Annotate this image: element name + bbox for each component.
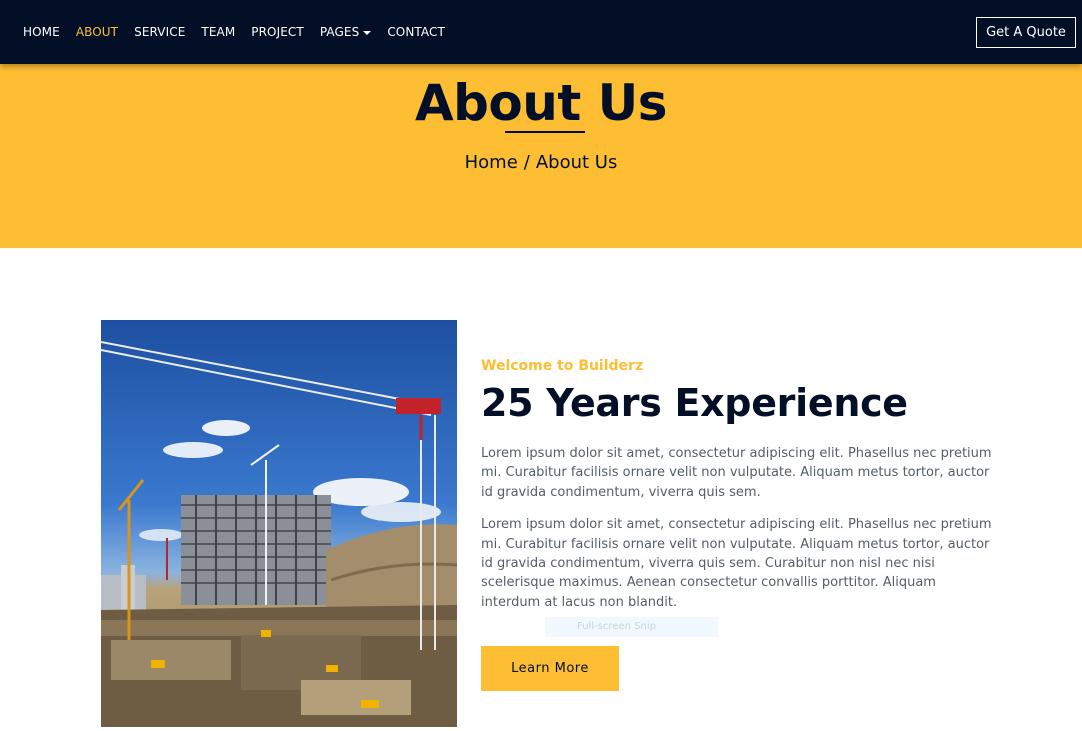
snip-overlay-label: Full-screen Snip	[545, 617, 718, 637]
nav-contact[interactable]: CONTACT	[387, 25, 445, 39]
construction-illustration	[101, 341, 457, 727]
nav-about[interactable]: ABOUT	[76, 25, 118, 39]
nav-project[interactable]: PROJECT	[251, 25, 304, 39]
construction-site-image	[101, 320, 457, 727]
nav-home[interactable]: HOME	[23, 25, 60, 39]
nav-pages-dropdown[interactable]: PAGES	[319, 25, 372, 39]
top-navbar: HOME ABOUT SERVICE TEAM PROJECT PAGES CO…	[0, 0, 1082, 64]
about-content: Welcome to Builderz 25 Years Experience …	[481, 356, 996, 612]
title-underline	[505, 131, 585, 133]
page-header: About Us Home / About Us	[0, 64, 1082, 248]
get-quote-button[interactable]: Get A Quote	[976, 17, 1076, 48]
breadcrumb-home[interactable]: Home	[465, 152, 518, 173]
breadcrumb-current[interactable]: About Us	[536, 152, 618, 173]
breadcrumb: Home / About Us	[0, 152, 1082, 173]
page-title: About Us	[414, 74, 668, 132]
about-paragraph-1: Lorem ipsum dolor sit amet, consectetur …	[481, 446, 992, 500]
section-heading: 25 Years Experience	[481, 381, 908, 425]
nav-pages-label: PAGES	[319, 25, 360, 39]
nav-team[interactable]: TEAM	[201, 25, 235, 39]
learn-more-button[interactable]: Learn More	[481, 646, 619, 691]
breadcrumb-separator: /	[523, 152, 530, 173]
nav-menu: HOME ABOUT SERVICE TEAM PROJECT PAGES CO…	[23, 0, 461, 64]
about-paragraph-2: Lorem ipsum dolor sit amet, consectetur …	[481, 517, 992, 610]
section-subtitle: Welcome to Builderz	[481, 358, 644, 374]
nav-service[interactable]: SERVICE	[134, 25, 185, 39]
caret-down-icon	[363, 30, 372, 35]
